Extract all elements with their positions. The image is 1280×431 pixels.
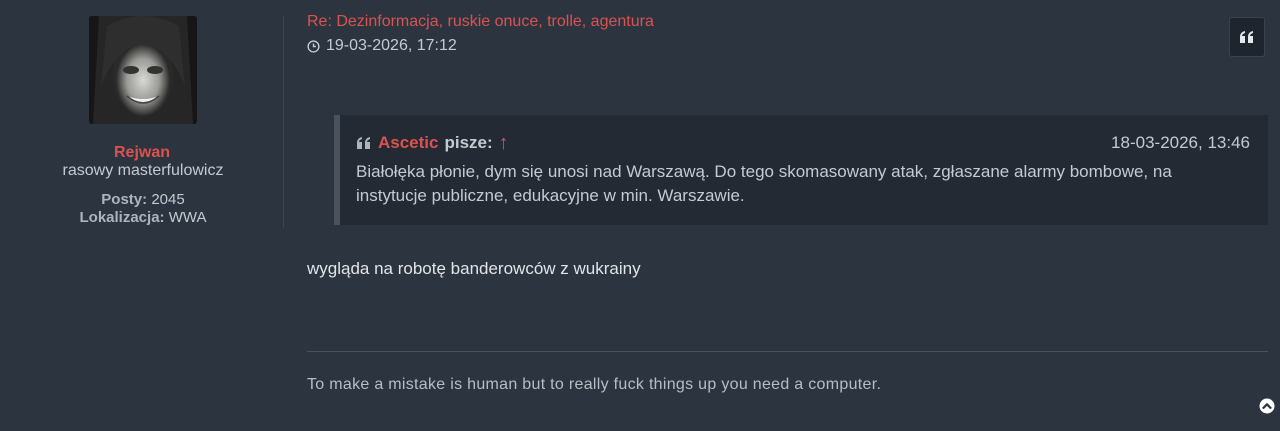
back-to-top-button[interactable] [1259,398,1275,414]
quote-author[interactable]: Ascetic [378,133,438,153]
quote-icon [1240,31,1253,43]
quote-date: 18-03-2026, 13:46 [1111,133,1250,152]
quote-header: Ascetic pisze: ↑ [356,133,509,153]
post-count: Posty: 2045 [0,191,286,208]
signature: To make a mistake is human but to really… [307,376,882,393]
user-rank: rasowy masterfulowicz [62,162,224,179]
location-label: Lokalizacja: [79,209,165,226]
back-to-top-icon [1259,398,1275,414]
post-title[interactable]: Re: Dezinformacja, ruskie onuce, trolle,… [307,13,654,31]
post-profile: Rejwan rasowy masterfulowicz Posty: 2045… [0,0,284,230]
signature-divider [307,351,1268,352]
quote-button[interactable] [1229,17,1265,57]
location-value: WWA [168,209,207,226]
quote-text: Białołęka płonie, dym się unosi nad Wars… [356,162,1172,205]
post-count-label: Posty: [101,191,148,208]
user-location: Lokalizacja: WWA [0,209,286,226]
post-count-value[interactable]: 2045 [151,191,184,208]
post-date: 19-03-2026, 17:12 [307,37,457,55]
quote-says: pisze: [444,133,493,152]
username[interactable]: Rejwan [0,144,284,162]
go-to-quoted-post-link[interactable]: ↑ [499,133,509,153]
post-body: wygląda na robotę banderowców z wukrainy [307,259,641,278]
post-date-text: 19-03-2026, 17:12 [326,37,457,54]
avatar[interactable] [89,16,197,124]
profile-divider [283,16,284,228]
quoted-post: Ascetic pisze: ↑ 18-03-2026, 13:46 Biało… [334,115,1268,225]
avatar-image [89,16,197,124]
clock-icon [307,39,320,53]
quote-mark-icon [357,137,370,149]
